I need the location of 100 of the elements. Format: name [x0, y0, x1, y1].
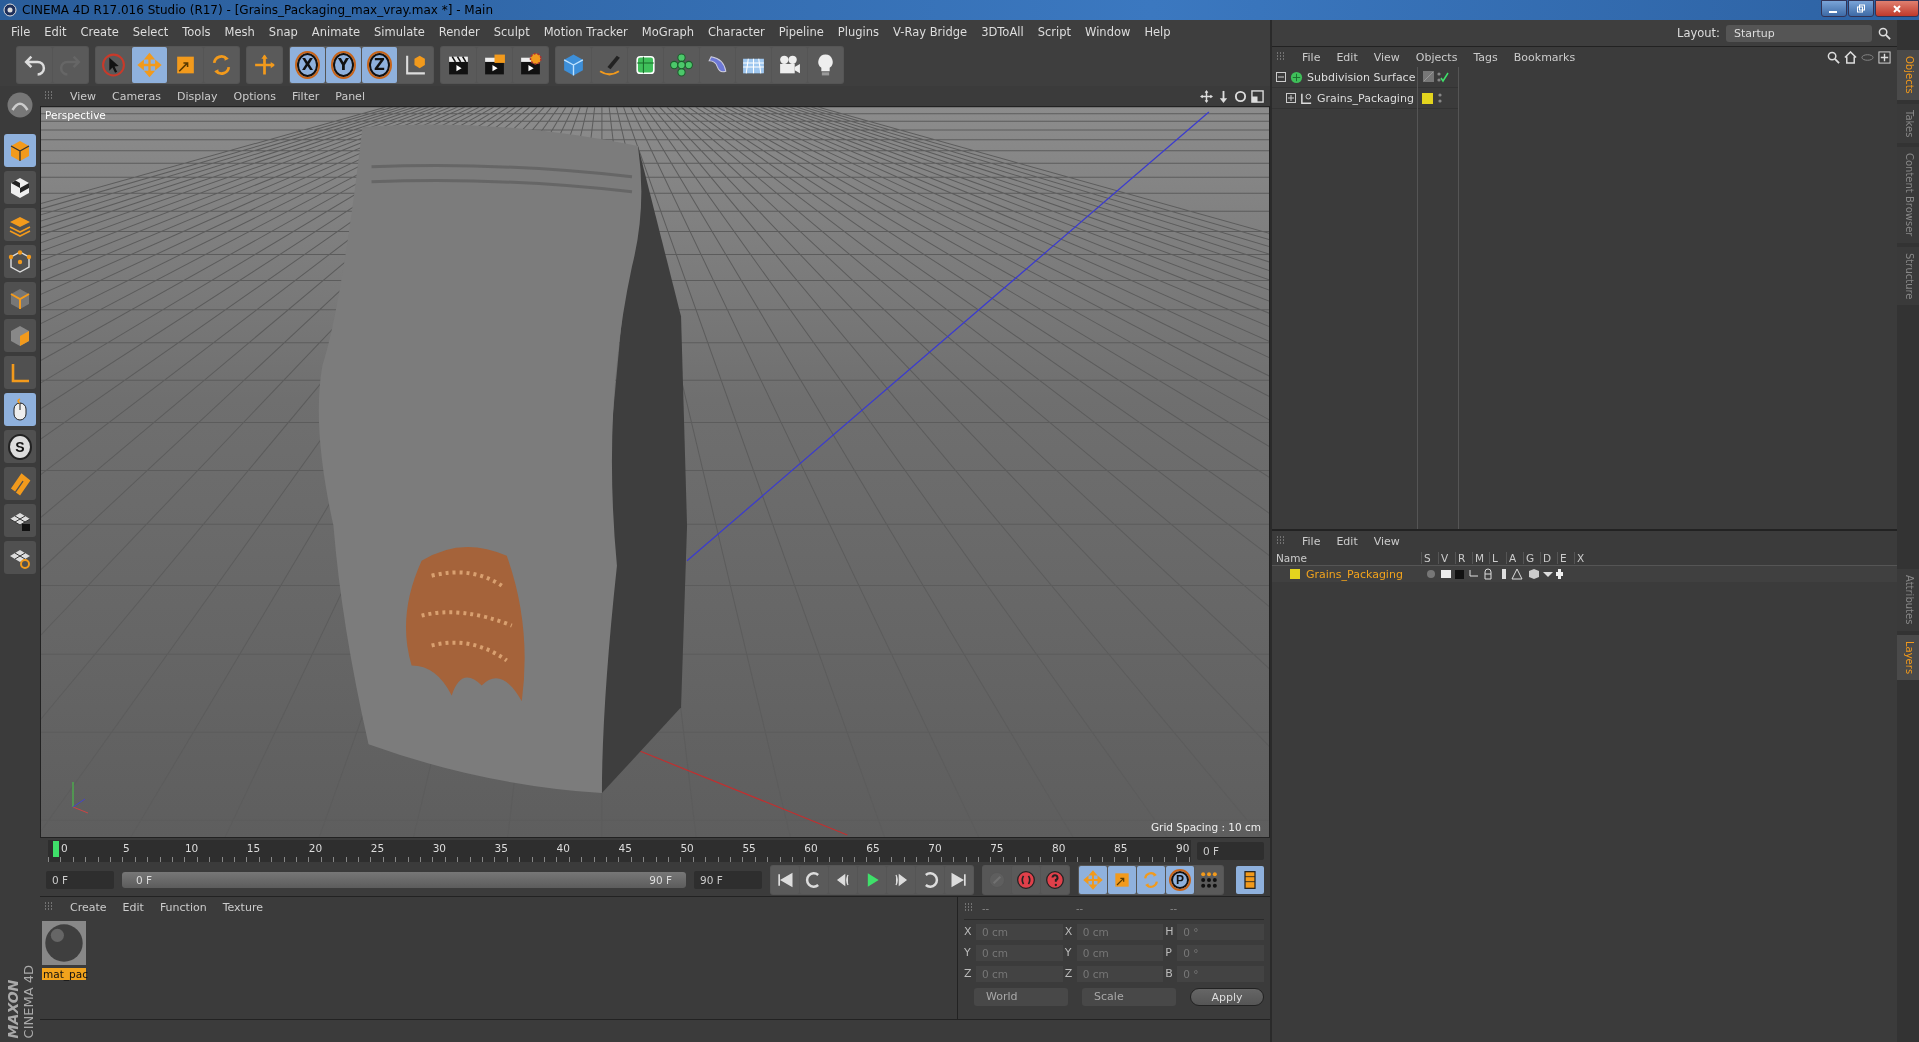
close-button[interactable]	[1875, 0, 1919, 17]
object-menu-item[interactable]: Bookmarks	[1505, 50, 1584, 64]
layout-dropdown[interactable]: Startup	[1726, 24, 1872, 42]
layer-menu-item[interactable]: File	[1294, 534, 1329, 548]
layer-menu-item[interactable]: View	[1365, 534, 1408, 548]
menu-item[interactable]: Simulate	[367, 25, 432, 39]
tree-toggle[interactable]	[1286, 93, 1296, 103]
viewport-menu-item[interactable]: View	[62, 89, 105, 103]
object-menu-item[interactable]: Objects	[1407, 50, 1466, 64]
menu-item[interactable]: Pipeline	[771, 25, 831, 39]
menu-item[interactable]: MoGraph	[634, 25, 702, 39]
viewport-menu-item[interactable]: Panel	[327, 89, 373, 103]
tool-button[interactable]	[592, 47, 627, 83]
playback-button[interactable]	[887, 866, 915, 894]
dolly-arrow-icon[interactable]	[1217, 89, 1230, 103]
tool-button[interactable]	[628, 47, 663, 83]
playback-button[interactable]	[945, 866, 973, 894]
layer-color-tag[interactable]	[1422, 92, 1433, 104]
pan-arrows-icon[interactable]	[1200, 89, 1213, 103]
current-frame-field[interactable]: 0 F	[1197, 842, 1264, 860]
menu-item[interactable]: Render	[431, 25, 487, 39]
menu-item[interactable]: Character	[701, 25, 772, 39]
playback-button[interactable]	[771, 866, 799, 894]
apply-button[interactable]: Apply	[1190, 988, 1264, 1006]
record-button[interactable]	[1041, 866, 1069, 894]
tool-button[interactable]	[808, 47, 843, 83]
tool-button[interactable]	[513, 47, 548, 83]
object-menu-item[interactable]: View	[1365, 50, 1408, 64]
search-icon[interactable]	[1827, 50, 1840, 64]
tree-toggle[interactable]	[1276, 72, 1286, 82]
key-track-button[interactable]: P	[1166, 866, 1194, 894]
visibility-dots-icon[interactable]	[1437, 91, 1443, 105]
menu-item[interactable]: V-Ray Bridge	[886, 25, 975, 39]
menu-item[interactable]: Select	[125, 25, 176, 39]
viewport-menu-item[interactable]: Display	[169, 89, 226, 103]
menu-item[interactable]: Edit	[37, 25, 74, 39]
search-icon[interactable]	[1878, 26, 1891, 40]
material-menu-item[interactable]: Create	[62, 900, 115, 914]
maximize-button[interactable]	[1848, 0, 1874, 17]
object-name[interactable]: Subdivision Surface	[1307, 70, 1416, 84]
timeline-button[interactable]	[1236, 866, 1264, 894]
menu-item[interactable]: Animate	[304, 25, 367, 39]
viewport[interactable]: Perspective Grid Spacing : 10 cm	[40, 106, 1270, 838]
object-menu-item[interactable]: Edit	[1328, 50, 1366, 64]
tool-button[interactable]: Z	[362, 47, 397, 83]
material-menu-item[interactable]: Texture	[214, 900, 271, 914]
menu-item[interactable]: Create	[73, 25, 126, 39]
start-frame-field[interactable]: 0 F	[46, 871, 114, 889]
object-menu-item[interactable]: Tags	[1465, 50, 1506, 64]
menu-item[interactable]: 3DToAll	[974, 25, 1031, 39]
mode-button[interactable]	[4, 504, 36, 537]
playback-button[interactable]	[858, 866, 886, 894]
menu-item[interactable]: Sculpt	[486, 25, 537, 39]
record-button[interactable]	[1012, 866, 1040, 894]
layer-menu-item[interactable]: Edit	[1328, 534, 1366, 548]
menu-item[interactable]: Window	[1078, 25, 1138, 39]
layer-flag-icons-drawing[interactable]	[1425, 568, 1565, 580]
space-dropdown[interactable]: World	[974, 988, 1069, 1006]
menu-item[interactable]: Script	[1030, 25, 1079, 39]
mode-button[interactable]	[4, 541, 36, 574]
tool-button[interactable]	[477, 47, 512, 83]
menu-item[interactable]: Snap	[261, 25, 305, 39]
playback-button[interactable]	[916, 866, 944, 894]
tool-button[interactable]	[441, 47, 476, 83]
viewport-menu-item[interactable]: Options	[225, 89, 284, 103]
material-menu-item[interactable]: Edit	[114, 900, 152, 914]
material-sphere-icon[interactable]	[42, 921, 86, 965]
mode-button[interactable]	[4, 171, 36, 204]
tool-button[interactable]	[772, 47, 807, 83]
menu-item[interactable]: File	[4, 25, 38, 39]
tool-button[interactable]: X	[290, 47, 325, 83]
side-tab[interactable]: Layers	[1897, 634, 1919, 680]
menu-item[interactable]: Mesh	[217, 25, 262, 39]
tool-button[interactable]	[736, 47, 771, 83]
mode-button[interactable]: S	[4, 430, 36, 463]
menu-item[interactable]: Tools	[175, 25, 218, 39]
playback-button[interactable]	[829, 866, 857, 894]
tool-button[interactable]: Y	[326, 47, 361, 83]
minimize-button[interactable]	[1821, 0, 1847, 17]
object-menu-item[interactable]: File	[1294, 50, 1329, 64]
timeline-ruler[interactable]: 0 5 10 15 20 25 30 35 40 45 50 55 60 65 70 75 80 85 90	[48, 840, 1191, 862]
home-icon[interactable]	[1844, 50, 1857, 64]
range-slider[interactable]: 0 F 90 F	[122, 872, 686, 888]
end-frame-field[interactable]: 90 F	[694, 871, 762, 889]
menu-item[interactable]: Help	[1137, 25, 1178, 39]
material-menu-item[interactable]: Function	[151, 900, 215, 914]
playback-button[interactable]	[800, 866, 828, 894]
mode-dropdown[interactable]: Scale	[1082, 988, 1177, 1006]
menu-item[interactable]: Plugins	[830, 25, 887, 39]
menu-item[interactable]: Motion Tracker	[536, 25, 635, 39]
object-name[interactable]: Grains_Packaging	[1317, 91, 1414, 105]
visibility-toggle-icon[interactable]	[1422, 70, 1450, 84]
orbit-icon[interactable]	[1234, 89, 1247, 103]
add-panel-icon[interactable]	[1878, 50, 1891, 64]
maximize-view-icon[interactable]	[1251, 89, 1264, 103]
layer-name[interactable]: Grains_Packaging	[1306, 567, 1403, 581]
side-tab[interactable]: Objects	[1897, 50, 1919, 100]
viewport-menu-item[interactable]: Cameras	[104, 89, 169, 103]
mode-button[interactable]	[4, 393, 36, 426]
viewport-menu-item[interactable]: Filter	[284, 89, 328, 103]
